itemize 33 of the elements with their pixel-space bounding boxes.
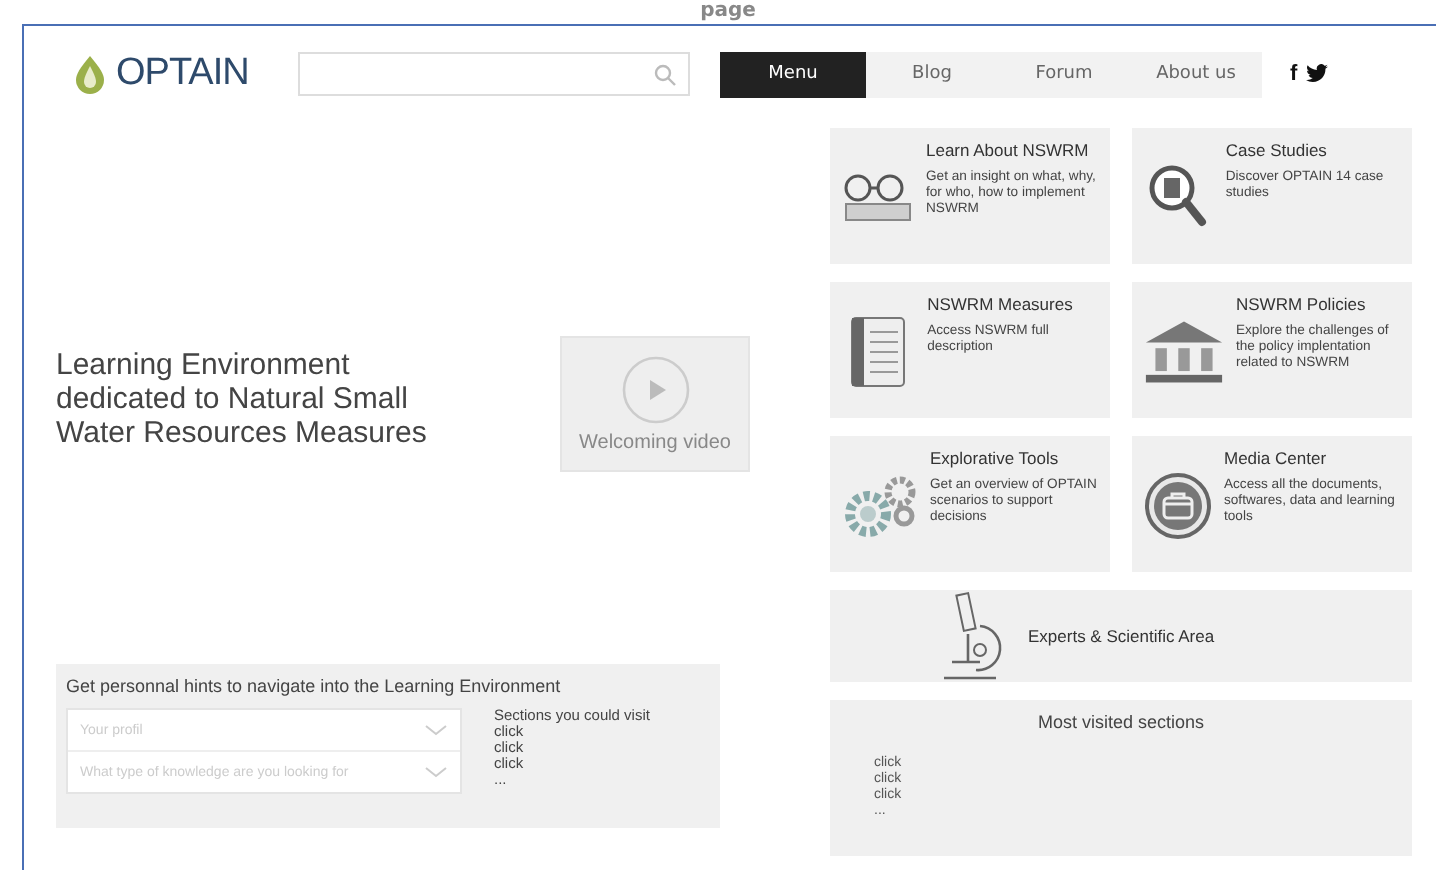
magnifier-icon: [1148, 164, 1209, 232]
twitter-icon[interactable]: [1305, 64, 1328, 84]
search-icon: [654, 63, 676, 85]
notebook-icon: [850, 316, 907, 388]
card-title: Explorative Tools: [930, 448, 1061, 468]
play-icon: [621, 355, 689, 423]
gears-icon: [842, 472, 918, 540]
nav-tab[interactable]: Menu: [720, 51, 866, 97]
banner-title: Experts & Scientific Area: [1028, 626, 1215, 646]
hints-title: Get personnal hints to navigate into the Learning Environment: [66, 676, 563, 696]
video-label: Welcoming video: [579, 431, 731, 453]
drop-logo-icon: [72, 54, 108, 94]
card-title: Case Studies: [1225, 140, 1329, 160]
page-label: page: [700, 0, 756, 24]
card-title: NSWRM Measures: [927, 294, 1075, 314]
facebook-link[interactable]: f: [1290, 62, 1298, 86]
card-title: Media Center: [1224, 448, 1329, 468]
toolbox-icon: [1144, 472, 1212, 540]
logo-text: OPTAIN: [116, 52, 249, 96]
nav-tab[interactable]: Blog: [866, 51, 998, 97]
chevron-down-icon: [424, 766, 448, 778]
section-banner[interactable]: Experts & Scientific Area: [830, 590, 1412, 682]
nav-tab[interactable]: Forum: [998, 51, 1130, 97]
panel-title: Most visited sections: [1037, 712, 1205, 732]
intro-title: Learning Environment dedicated to Natural Small Water Resources Measures: [56, 347, 429, 449]
building-icon: [1144, 318, 1224, 386]
logo[interactable]: OPTAIN: [72, 52, 272, 96]
nav-tab[interactable]: About us: [1130, 51, 1262, 97]
card-title: Learn About NSWRM: [926, 140, 1091, 160]
glasses-on-book-icon: [842, 172, 914, 224]
chevron-down-icon: [424, 724, 448, 736]
card-title: NSWRM Policies: [1236, 294, 1368, 314]
search-field[interactable]: [298, 52, 690, 96]
